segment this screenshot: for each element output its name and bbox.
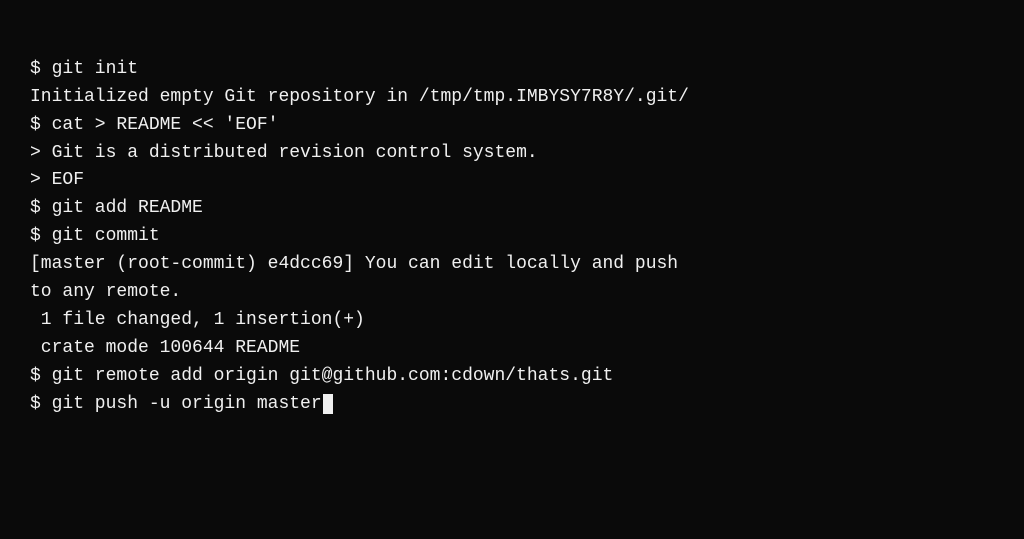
terminal-line-line11: crate mode 100644 README <box>30 335 994 363</box>
terminal-line-line2: Initialized empty Git repository in /tmp… <box>30 84 994 112</box>
terminal-line-line1: $ git init <box>30 56 994 84</box>
terminal-line-line3: $ cat > README << 'EOF' <box>30 112 994 140</box>
terminal-line-line8: [master (root-commit) e4dcc69] You can e… <box>30 251 994 279</box>
terminal-line-line5: > EOF <box>30 167 994 195</box>
terminal-line-line7: $ git commit <box>30 223 994 251</box>
terminal-line-line10: 1 file changed, 1 insertion(+) <box>30 307 994 335</box>
terminal-line-line9: to any remote. <box>30 279 994 307</box>
terminal-line-line6: $ git add README <box>30 195 994 223</box>
terminal-line-line4: > Git is a distributed revision control … <box>30 140 994 168</box>
terminal-line-line12: $ git remote add origin git@github.com:c… <box>30 363 994 391</box>
terminal-cursor <box>323 394 333 414</box>
terminal-line-line13: $ git push -u origin master <box>30 391 994 419</box>
terminal-window[interactable]: $ git initInitialized empty Git reposito… <box>0 0 1024 539</box>
